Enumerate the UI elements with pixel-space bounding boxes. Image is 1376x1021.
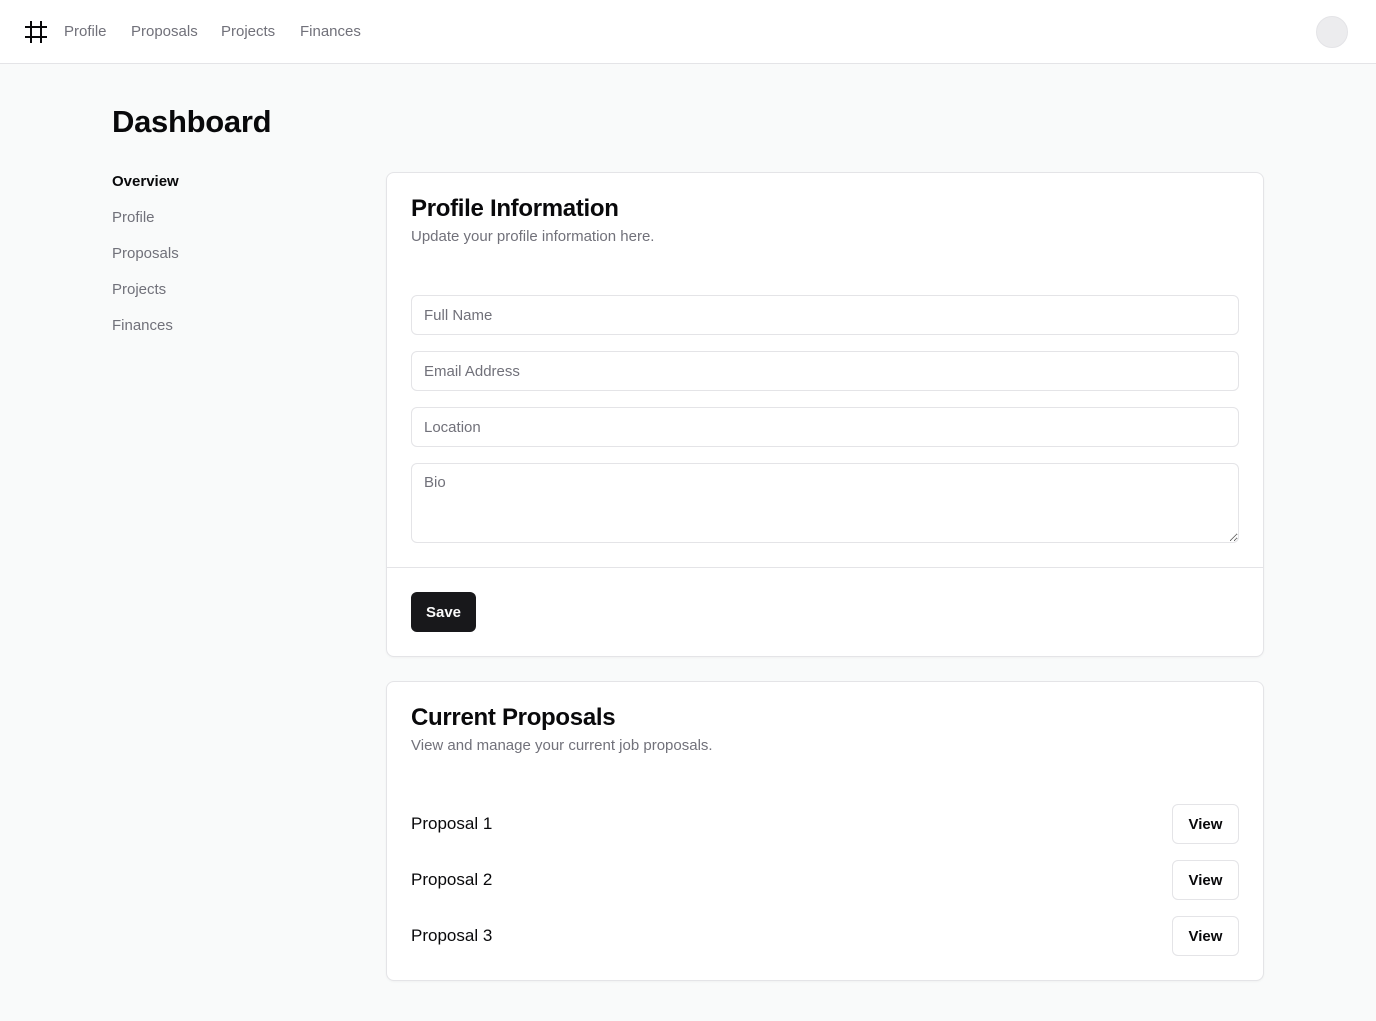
profile-information-card: Profile Information Update your profile … [386,172,1264,657]
sidebar-item-proposals[interactable]: Proposals [112,244,179,264]
proposal-name: Proposal 2 [411,870,493,889]
avatar[interactable] [1316,16,1348,48]
proposal-row: Proposal 3 View [411,916,1239,956]
profile-card-title: Profile Information [411,195,619,222]
proposal-name: Proposal 1 [411,814,493,833]
page-title: Dashboard [112,104,272,139]
email-input[interactable] [411,351,1239,391]
proposals-card-title: Current Proposals [411,704,616,731]
sidebar-item-profile[interactable]: Profile [112,208,155,228]
sidebar-item-overview[interactable]: Overview [112,172,179,192]
location-input[interactable] [411,407,1239,447]
topnav-projects-link[interactable]: Projects [221,22,275,42]
bio-textarea[interactable] [411,463,1239,543]
topnav-proposals-link[interactable]: Proposals [131,22,198,42]
proposal-row: Proposal 1 View [411,804,1239,844]
proposal-name: Proposal 3 [411,926,493,945]
topnav-profile-link[interactable]: Profile [64,22,107,42]
full-name-input[interactable] [411,295,1239,335]
view-proposal-button[interactable]: View [1172,804,1239,844]
proposals-card-description: View and manage your current job proposa… [411,737,713,754]
proposal-row: Proposal 2 View [411,860,1239,900]
topnav-finances-link[interactable]: Finances [300,22,361,42]
save-button[interactable]: Save [411,592,476,632]
view-proposal-button[interactable]: View [1172,860,1239,900]
profile-card-description: Update your profile information here. [411,228,655,245]
current-proposals-card: Current Proposals View and manage your c… [386,681,1264,981]
hash-icon[interactable] [24,20,48,44]
sidebar-item-projects[interactable]: Projects [112,280,166,300]
top-navbar: Profile Proposals Projects Finances [0,0,1376,64]
view-proposal-button[interactable]: View [1172,916,1239,956]
sidebar-item-finances[interactable]: Finances [112,316,173,336]
card-footer-divider [387,567,1263,568]
